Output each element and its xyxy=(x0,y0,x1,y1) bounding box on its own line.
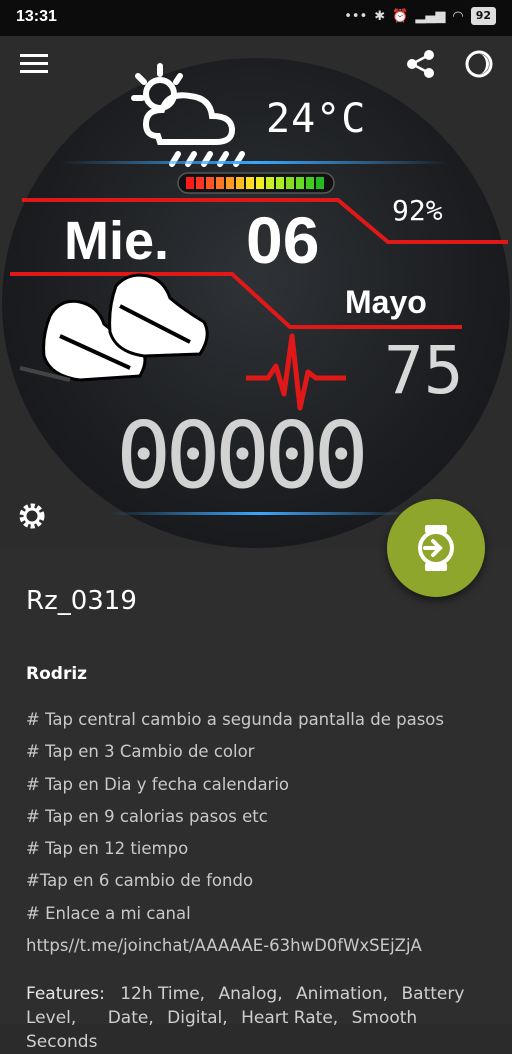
cloud-sun-rain-icon xyxy=(131,63,245,167)
gear-icon xyxy=(19,503,45,529)
feature-item: Date, xyxy=(107,1008,154,1028)
feature-item: Animation, xyxy=(296,984,389,1004)
status-bar: 13:31 ••• ✱ ⏰ ▂▄▆ ◠ 92 xyxy=(0,0,512,36)
feature-item: Heart Rate, xyxy=(241,1008,339,1028)
heart-rate-value: 75 xyxy=(384,332,464,409)
glow-line-top xyxy=(60,161,450,164)
heartbeat-icon xyxy=(246,333,346,411)
day-of-week[interactable]: Mie. xyxy=(64,210,169,272)
share-button[interactable] xyxy=(403,46,439,82)
description-line: # Tap en 3 Cambio de color xyxy=(26,742,255,762)
hamburger-icon xyxy=(20,54,48,73)
sneakers-icon xyxy=(42,273,209,382)
feature-item: Digital, xyxy=(167,1008,228,1028)
bluetooth-icon: ✱ xyxy=(374,8,386,24)
description-line: #Tap en 6 cambio de fondo xyxy=(26,871,254,891)
step-counter[interactable]: 00000 xyxy=(116,410,369,502)
watchface-title: Rz_0319 xyxy=(26,586,137,616)
battery-indicator: 92 xyxy=(470,7,496,25)
watch-sync-icon xyxy=(418,525,454,571)
feature-item: Analog, xyxy=(218,984,283,1004)
feature-item: 12h Time, xyxy=(120,984,206,1004)
level-bar xyxy=(177,172,335,194)
status-icons: ••• ✱ ⏰ ▂▄▆ ◠ 92 xyxy=(344,7,496,25)
details-panel: Rz_0319 Rodriz # Tap central cambio a se… xyxy=(0,548,512,1052)
description-line: # Tap en Dia y fecha calendario xyxy=(26,774,290,794)
channel-link[interactable]: https//t.me/joinchat/AAAAAE-63hwD0fWxSEj… xyxy=(26,934,496,966)
author-name[interactable]: Rodriz xyxy=(26,664,87,684)
glow-line-bottom xyxy=(110,512,410,515)
status-time: 13:31 xyxy=(16,8,57,25)
menu-button[interactable] xyxy=(16,46,52,82)
features-label: Features: xyxy=(26,984,105,1004)
features-list: Features: 12h Time, Analog, Animation, B… xyxy=(26,982,496,1054)
install-to-watch-button[interactable] xyxy=(387,499,485,597)
month[interactable]: Mayo xyxy=(345,284,427,321)
more-dots-icon: ••• xyxy=(344,8,368,24)
half-moon-icon xyxy=(465,50,493,78)
share-icon xyxy=(407,50,434,78)
watchface-preview: 24°C 92% Mie. 06 Mayo 75 00000 xyxy=(0,36,512,548)
battery-percentage: 92% xyxy=(392,194,443,227)
alarm-icon: ⏰ xyxy=(392,8,409,24)
description-line: # Enlace a mi canal xyxy=(26,903,191,923)
wifi-icon: ◠ xyxy=(452,8,464,24)
description-line: # Tap en 12 tiempo xyxy=(26,839,189,859)
theme-toggle-button[interactable] xyxy=(461,46,497,82)
temperature: 24°C xyxy=(266,96,367,142)
description: # Tap central cambio a segunda pantalla … xyxy=(26,708,496,966)
settings-button[interactable] xyxy=(14,498,50,534)
description-line: # Tap central cambio a segunda pantalla … xyxy=(26,710,444,729)
signal-icon: ▂▄▆ xyxy=(415,8,446,24)
day-of-month[interactable]: 06 xyxy=(246,202,319,278)
description-line: # Tap en 9 calorias pasos etc xyxy=(26,806,268,826)
